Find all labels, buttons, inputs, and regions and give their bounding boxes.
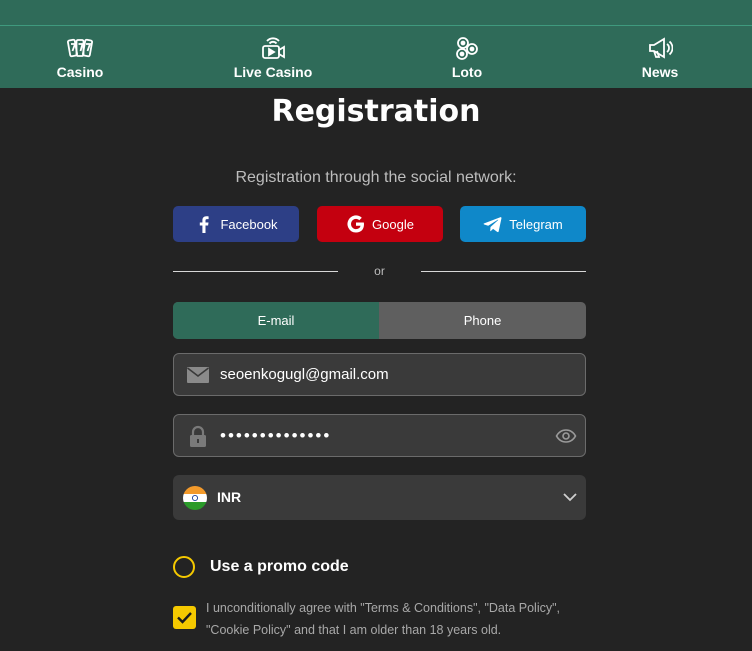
email-value: seoenkogugl@gmail.com: [220, 366, 389, 383]
tab-phone[interactable]: Phone: [379, 302, 586, 339]
telegram-icon: [483, 217, 502, 233]
lottery-balls-icon: [456, 37, 478, 60]
facebook-button[interactable]: Facebook: [173, 206, 299, 242]
live-video-icon: [262, 37, 285, 59]
facebook-label: Facebook: [220, 216, 278, 232]
nav-item-loto[interactable]: Loto: [392, 26, 542, 88]
google-icon: [347, 215, 365, 233]
currency-value: INR: [217, 489, 242, 505]
divider-right: [421, 271, 586, 272]
tab-email[interactable]: E-mail: [173, 302, 379, 339]
telegram-button[interactable]: Telegram: [460, 206, 586, 242]
terms-checkbox[interactable]: [173, 606, 196, 629]
india-flag-icon: [183, 486, 207, 510]
password-value: ••••••••••••••: [220, 426, 332, 445]
megaphone-icon: [649, 37, 673, 59]
slot-777-icon: [67, 38, 93, 58]
nav-item-news[interactable]: News: [585, 26, 735, 88]
google-button[interactable]: Google: [317, 206, 443, 242]
nav-label-live-casino: Live Casino: [233, 64, 313, 80]
promo-code-label[interactable]: Use a promo code: [210, 558, 349, 576]
promo-code-radio[interactable]: [173, 556, 195, 578]
or-label: or: [374, 264, 385, 278]
eye-icon[interactable]: [555, 427, 577, 445]
nav-item-live-casino[interactable]: Live Casino: [198, 26, 348, 88]
lock-icon: [190, 425, 206, 447]
google-label: Google: [372, 216, 414, 232]
social-caption: Registration through the social network:: [235, 169, 517, 186]
page-title: Registration: [271, 94, 481, 129]
nav-item-casino[interactable]: Casino: [5, 26, 155, 88]
nav-label-news: News: [641, 64, 679, 80]
main-nav: Casino Live Casino Loto News: [0, 26, 752, 88]
envelope-icon: [187, 367, 209, 383]
telegram-label: Telegram: [509, 216, 563, 232]
password-field[interactable]: ••••••••••••••: [173, 414, 586, 457]
email-field[interactable]: seoenkogugl@gmail.com: [173, 353, 586, 396]
facebook-icon: [200, 216, 210, 233]
currency-select[interactable]: INR: [173, 475, 586, 520]
terms-agreement-text: I unconditionally agree with "Terms & Co…: [206, 601, 561, 637]
registration-method-toggle: E-mail Phone: [173, 302, 586, 339]
chevron-down-icon: [563, 493, 577, 502]
nav-label-casino: Casino: [56, 64, 104, 80]
divider-left: [173, 271, 338, 272]
top-strip: [0, 0, 752, 26]
nav-label-loto: Loto: [451, 64, 483, 80]
checkmark-icon: [177, 612, 192, 624]
